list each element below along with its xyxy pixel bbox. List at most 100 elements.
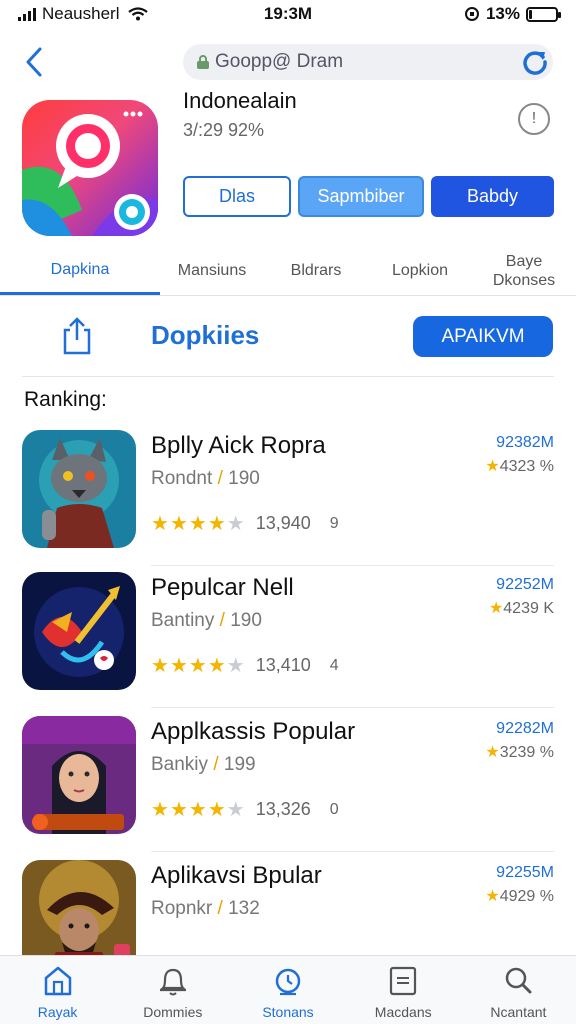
item-title: Applkassis Popular (151, 718, 356, 745)
star-icon: ★ (207, 512, 226, 535)
item-score: ★4239 K (488, 600, 554, 617)
rating-extra: 9 (329, 514, 339, 532)
chevron-left-icon (26, 47, 42, 77)
star-icon: ★ (151, 512, 169, 535)
lock-icon (197, 55, 209, 69)
star-icon: ★ (151, 654, 169, 677)
rating-count: 13,326 (255, 799, 311, 819)
info-icon[interactable]: ! (518, 103, 550, 135)
tab-bar: Dapkina Mansiuns Bldrars Lopkion Baye Dk… (0, 246, 576, 296)
subscribe-button[interactable]: Sapmbiber (298, 176, 424, 217)
list-item[interactable]: Applkassis Popular Bankiy / 199 ★ ★ ★ ★ ★ 13… (0, 716, 576, 852)
item-score: ★4929 % (485, 888, 554, 905)
clock-icon (275, 968, 301, 996)
item-score: ★3239 % (485, 744, 554, 761)
app-thumbnail (22, 716, 136, 834)
item-size: 92382M (496, 434, 554, 451)
home-icon (44, 966, 71, 996)
star-icon: ★ (485, 888, 500, 905)
nav-label: Dommies (143, 1004, 203, 1020)
app-name: Indonealain (183, 88, 297, 113)
rating-row: ★ ★ ★ ★ ★ 13,326 0 (151, 799, 339, 820)
item-size: 92252M (496, 576, 554, 593)
nav-label: Stonans (262, 1004, 314, 1020)
nav-label: Rayak (37, 1004, 78, 1020)
refresh-icon (523, 51, 547, 75)
item-subtitle: Ropnkr / 132 (151, 898, 260, 919)
primary-button[interactable]: Babdy (431, 176, 554, 217)
divider (22, 376, 554, 377)
item-size: 92255M (496, 864, 554, 881)
outline-button[interactable]: Dlas (183, 176, 291, 217)
star-icon: ★ (169, 798, 188, 821)
app-meta: 3/:29 92% (183, 120, 265, 140)
list-icon (390, 966, 417, 996)
divider (151, 851, 554, 852)
tab-baye-dkonses[interactable]: Baye Dkonses (472, 246, 576, 295)
item-title: Pepulcar Nell (151, 574, 294, 601)
rating-count: 13,940 (255, 513, 311, 533)
star-icon: ★ (488, 600, 504, 617)
rating-extra: 4 (329, 656, 339, 674)
star-icon: ★ (485, 744, 500, 761)
nav-item-macdans[interactable]: Macdans (346, 956, 461, 1024)
arrow-game-icon (22, 572, 136, 690)
star-icon: ★ (169, 512, 188, 535)
section-title: Dopkiies (151, 320, 260, 350)
item-score: ★4323 % (485, 458, 554, 475)
nav-item-dommies[interactable]: Dommies (115, 956, 230, 1024)
wolf-game-icon (22, 430, 136, 548)
nav-item-stonans[interactable]: Stonans (230, 956, 345, 1024)
star-icon: ★ (207, 654, 226, 677)
star-icon: ★ (151, 798, 169, 821)
battery-level (529, 9, 533, 19)
nav-label: Ncantant (490, 1004, 547, 1020)
star-empty-icon: ★ (226, 654, 245, 677)
tab-dapkina[interactable]: Dapkina (0, 246, 160, 295)
battery-icon (526, 6, 561, 22)
star-empty-icon: ★ (226, 798, 245, 821)
rating-row: ★ ★ ★ ★ ★ 13,940 9 (151, 513, 339, 534)
refresh-button[interactable] (517, 44, 553, 80)
share-button[interactable] (60, 316, 94, 356)
search-icon (506, 967, 532, 994)
item-subtitle: Bantiny / 190 (151, 610, 262, 631)
rating-count: 13,410 (255, 655, 311, 675)
nav-item-rayak[interactable]: Rayak (0, 956, 115, 1024)
star-empty-icon: ★ (226, 512, 245, 535)
star-icon: ★ (169, 654, 188, 677)
app-thumbnail (22, 430, 136, 548)
tab-bldrars[interactable]: Bldrars (264, 246, 368, 295)
search-text: Goopp@ Dram (215, 51, 344, 72)
divider (151, 565, 554, 566)
warrior-game-icon (22, 716, 136, 834)
tab-lopkion[interactable]: Lopkion (368, 246, 472, 295)
star-icon: ★ (188, 654, 207, 677)
star-icon: ★ (188, 798, 207, 821)
rating-extra: 0 (329, 800, 339, 818)
star-icon: ★ (188, 512, 207, 535)
nav-item-ncantant[interactable]: Ncantant (461, 956, 576, 1024)
tab-mansiuns[interactable]: Mansiuns (160, 246, 264, 295)
bell-icon (159, 968, 186, 996)
apply-button[interactable]: APAIKVM (413, 316, 553, 357)
status-bar: Neausherl 19:3M 13% (0, 0, 576, 28)
app-thumbnail (22, 572, 136, 690)
search-bar[interactable]: Goopp@ Dram (183, 44, 553, 80)
list-item[interactable]: Pepulcar Nell Bantiny / 190 ★ ★ ★ ★ ★ 13,410… (0, 572, 576, 708)
list-item[interactable]: Bplly Aick Ropra Rondnt / 190 ★ ★ ★ ★ ★ 13,9… (0, 430, 576, 566)
star-icon: ★ (207, 798, 226, 821)
item-size: 92282M (496, 720, 554, 737)
status-time: 19:3M (263, 4, 313, 23)
item-subtitle: Rondnt / 190 (151, 468, 260, 489)
app-logo-icon (22, 100, 158, 236)
item-title: Bplly Aick Ropra (151, 432, 326, 459)
bottom-nav: Rayak Dommies Stonans Macdans Ncantant (0, 955, 576, 1024)
back-button[interactable] (18, 44, 50, 80)
item-subtitle: Bankiy / 199 (151, 754, 256, 775)
app-icon[interactable] (22, 100, 158, 236)
ranking-label: Ranking: (24, 388, 107, 411)
nav-label: Macdans (374, 1004, 432, 1020)
star-icon: ★ (485, 458, 500, 475)
rating-row: ★ ★ ★ ★ ★ 13,410 4 (151, 655, 339, 676)
